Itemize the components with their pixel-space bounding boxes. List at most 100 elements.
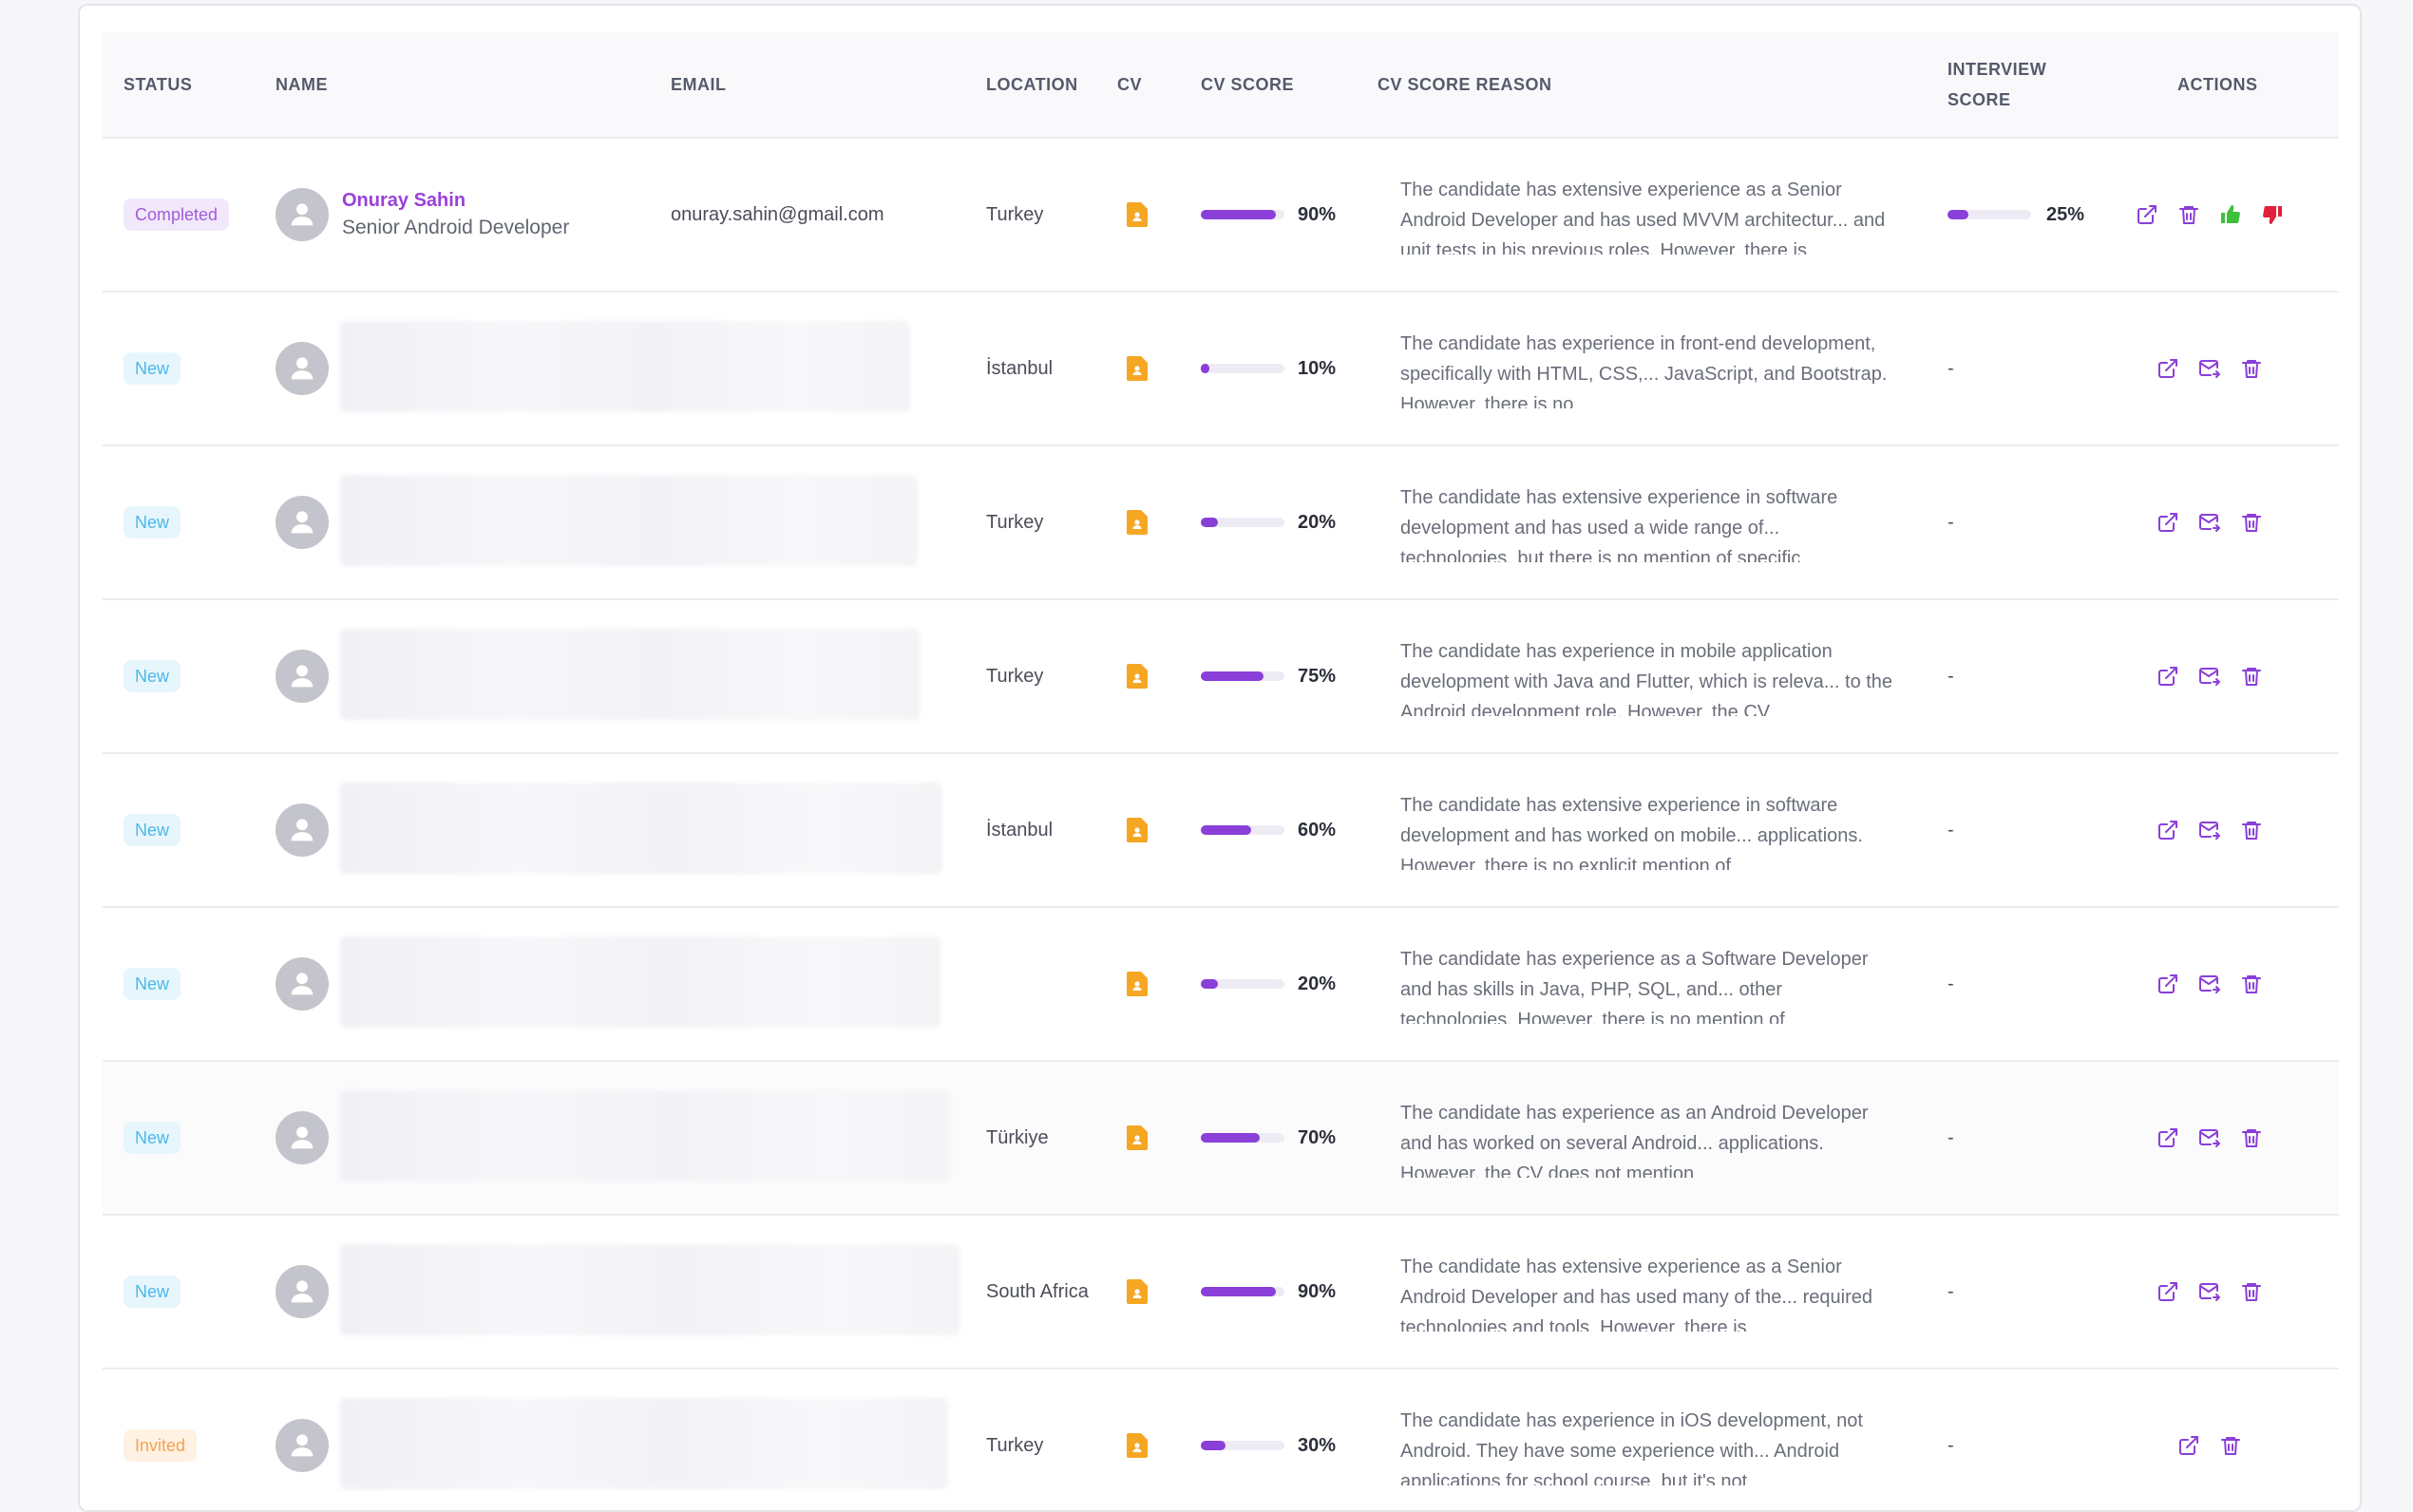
table-row[interactable]: Invited Turkey 30% The candidate has experi… [103,1370,2339,1510]
mail-forward-icon[interactable] [2198,819,2221,841]
cv-file-icon[interactable] [1127,202,1148,227]
cv-file-icon[interactable] [1127,664,1148,689]
cv-score-fill [1201,979,1218,989]
status-cell: Invited [124,1370,198,1510]
thumbs-down-icon[interactable] [2261,203,2284,226]
interview-score-cell: - [1948,511,1954,533]
status-badge: New [124,1276,181,1308]
thumbs-up-icon[interactable] [2219,203,2242,226]
col-location-header[interactable]: LOCATION [986,32,1078,137]
trash-icon[interactable] [2240,357,2263,380]
candidates-card: STATUS NAME EMAIL LOCATION CV CV SCORE C… [78,4,2362,1512]
redacted-name-email [340,629,920,720]
col-cv-score-reason-header[interactable]: CV SCORE REASON [1378,32,1552,137]
open-icon[interactable] [2156,1126,2179,1149]
status-cell: New [124,600,181,752]
table-row[interactable]: New 20% The candidate has experience as a … [103,908,2339,1062]
cv-file-icon[interactable] [1127,1279,1148,1304]
cv-score-cell: 75% [1201,600,1336,752]
location-cell [986,908,1091,1060]
trash-icon[interactable] [2240,665,2263,688]
cv-cell [1127,1216,1148,1368]
trash-icon[interactable] [2240,1280,2263,1303]
open-icon[interactable] [2156,357,2179,380]
redacted-name-email [340,1090,950,1181]
cv-score-fill [1201,1287,1277,1296]
cv-score-cell: 90% [1201,1216,1336,1368]
cv-score-reason: The candidate has extensive experience i… [1400,795,1863,870]
trash-icon[interactable] [2177,203,2200,226]
avatar [276,957,329,1011]
col-cv-score-header[interactable]: CV SCORE [1201,32,1294,137]
open-icon[interactable] [2156,819,2179,841]
trash-icon[interactable] [2240,1126,2263,1149]
location-cell: İstanbul [986,357,1054,379]
table-row[interactable]: New İstanbul 10% The candidate has experien… [103,293,2339,446]
redacted-name-email [340,1398,948,1489]
mail-forward-icon[interactable] [2198,1280,2221,1303]
mail-forward-icon[interactable] [2198,665,2221,688]
trash-icon[interactable] [2240,819,2263,841]
cv-score-value: 10% [1298,357,1337,379]
table-row[interactable]: New Turkey 75% The candidate has experience… [103,600,2339,754]
open-icon[interactable] [2177,1434,2200,1457]
cv-score-reason: The candidate has experience as a Softwa… [1400,949,1869,1024]
avatar-cell [276,446,329,598]
email-cell: onuray.sahin@gmail.com [671,203,884,225]
avatar [276,1265,329,1318]
open-icon[interactable] [2156,973,2179,995]
cv-score-bar [1201,518,1284,527]
mail-forward-icon[interactable] [2198,973,2221,995]
interview-score-cell: - [1948,1434,1954,1456]
cv-file-icon[interactable] [1127,1433,1148,1458]
interview-score-bar [1948,210,2031,219]
user-icon [291,511,314,534]
candidate-title: Senior Android Developer [342,217,570,238]
status-cell: New [124,754,181,906]
avatar [276,1419,329,1472]
cv-score-reason-cell: The candidate has extensive experience i… [1400,754,1894,906]
table-row[interactable]: New Türkiye 70% The candidate has experienc… [103,1062,2339,1216]
mail-forward-icon[interactable] [2198,1126,2221,1149]
status-cell: New [124,1216,181,1368]
cv-file-icon[interactable] [1127,972,1148,996]
status-badge: New [124,1122,181,1154]
interview-score-fill [1948,210,1968,219]
table-row[interactable]: New South Africa 90% The candidate has exte… [103,1216,2339,1370]
open-icon[interactable] [2156,511,2179,534]
mail-forward-icon[interactable] [2198,511,2221,534]
location-cell: Turkey [986,1434,1044,1456]
status-badge: Completed [124,198,230,231]
col-name-header[interactable]: NAME [276,32,328,137]
actions-cell [2156,908,2263,1060]
trash-icon[interactable] [2240,511,2263,534]
mail-forward-icon[interactable] [2198,357,2221,380]
cv-cell [1127,293,1148,444]
trash-icon[interactable] [2240,973,2263,995]
cv-file-icon[interactable] [1127,818,1148,842]
cv-score-fill [1201,825,1251,835]
open-icon[interactable] [2156,665,2179,688]
col-email-header[interactable]: EMAIL [671,32,727,137]
table-row[interactable]: Completed Onuray Sahin Senior Android Deve… [103,139,2339,293]
open-icon[interactable] [2136,203,2158,226]
open-icon[interactable] [2156,1280,2179,1303]
trash-icon[interactable] [2219,1434,2242,1457]
cv-score-bar [1201,210,1284,219]
location-cell: İstanbul [986,819,1054,841]
cv-file-icon[interactable] [1127,510,1148,535]
cv-file-icon[interactable] [1127,356,1148,381]
avatar [276,496,329,549]
candidate-name-link[interactable]: Onuray Sahin [342,187,466,214]
table-row[interactable]: New Turkey 20% The candidate has extensive … [103,446,2339,600]
user-icon [291,203,314,226]
cv-file-icon[interactable] [1127,1125,1148,1150]
col-interview-score-header[interactable]: INTERVIEW SCORE [1948,32,2052,137]
cv-cell [1127,600,1148,752]
cv-score-cell: 70% [1201,1062,1336,1214]
status-cell: New [124,908,181,1060]
col-status-header[interactable]: STATUS [124,32,192,137]
avatar-cell [276,908,329,1060]
col-cv-header[interactable]: CV [1117,32,1142,137]
table-row[interactable]: New İstanbul 60% The candidate has extensiv… [103,754,2339,908]
